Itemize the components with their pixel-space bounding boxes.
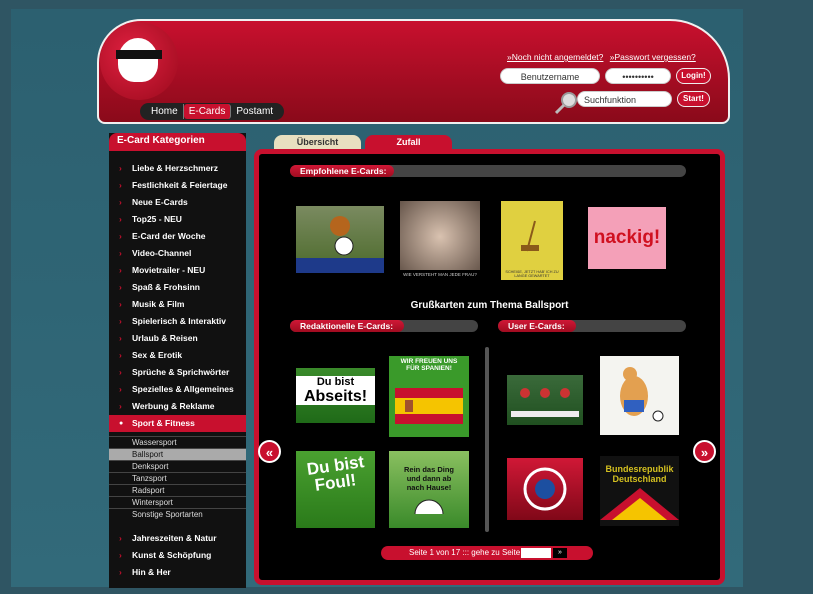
login-button[interactable]: Login! — [676, 68, 711, 84]
ecard-thumb-editorial-3[interactable]: Du bist Foul! — [296, 451, 375, 528]
thumb-text-1: Du bist — [296, 376, 375, 388]
germany-stripes-image — [600, 488, 679, 520]
sidebar-sub-wassersport[interactable]: Wassersport — [109, 436, 246, 448]
sidebar-item-sprueche[interactable]: Sprüche & Sprichwörter — [109, 364, 246, 381]
nav-ecards[interactable]: E-Cards — [183, 104, 232, 119]
spain-flag-image — [395, 388, 463, 424]
ecard-thumb-recommended-3[interactable]: SCHEIßE, JETZT HAB' ICH ZU LANGE GEWARTE… — [501, 201, 563, 280]
giraffe-image — [521, 220, 539, 252]
thumb-title: nackig! — [593, 227, 661, 248]
sidebar-sub-denksport[interactable]: Denksport — [109, 460, 246, 472]
not-registered-link[interactable]: »Noch nicht angemeldet? — [507, 52, 603, 62]
sidebar-sub-tanzsport[interactable]: Tanzsport — [109, 472, 246, 484]
ecard-thumb-user-3[interactable] — [507, 458, 583, 520]
sidebar-sub-wintersport[interactable]: Wintersport — [109, 496, 246, 508]
ecard-thumb-recommended-1[interactable] — [296, 206, 384, 273]
sidebar-sub-sonstige[interactable]: Sonstige Sportarten — [109, 508, 246, 520]
sidebar-item-sex[interactable]: Sex & Erotik — [109, 347, 246, 364]
ecard-thumb-recommended-2[interactable]: WIE VERSTEHT MAN JEDE FRAU? — [400, 201, 480, 280]
page-go-button[interactable]: » — [553, 548, 567, 558]
figures-image — [511, 388, 579, 417]
password-input[interactable]: •••••••••• — [605, 68, 671, 84]
next-arrow-button[interactable]: » — [693, 440, 716, 463]
category-sidebar: E-Card Kategorien Liebe & Herzschmerz Fe… — [109, 133, 246, 588]
sidebar-item-spezielles[interactable]: Spezielles & Allgemeines — [109, 381, 246, 398]
fc-bayern-logo-image — [523, 467, 567, 511]
sidebar-item-urlaub[interactable]: Urlaub & Reisen — [109, 330, 246, 347]
column-divider — [485, 347, 489, 532]
sidebar-item-musik[interactable]: Musik & Film — [109, 296, 246, 313]
thumb-text-1: Bundesrepublik — [605, 464, 674, 474]
thumb-caption: SCHEIßE, JETZT HAB' ICH ZU LANGE GEWARTE… — [505, 270, 559, 278]
section-heading: Grußkarten zum Thema Ballsport — [410, 300, 569, 311]
sidebar-item-ecard-der-woche[interactable]: E-Card der Woche — [109, 228, 246, 245]
thumb-text-2: FÜR SPANIEN! — [406, 365, 452, 372]
sidebar-sub-ballsport[interactable]: Ballsport — [109, 448, 246, 460]
previous-arrow-button[interactable]: « — [258, 440, 281, 463]
sidebar-item-liebe[interactable]: Liebe & Herzschmerz — [109, 160, 246, 177]
tab-uebersicht[interactable]: Übersicht — [274, 135, 361, 149]
search-input[interactable]: Suchfunktion — [577, 91, 672, 107]
thumb-text-2: und dann ab — [406, 474, 452, 483]
search-start-button[interactable]: Start! — [677, 91, 710, 107]
editorial-section-title: Redaktionelle E-Cards: — [290, 320, 404, 332]
account-links: »Noch nicht angemeldet? »Passwort verges… — [507, 52, 700, 62]
ecard-thumb-user-4[interactable]: Bundesrepublik Deutschland — [600, 456, 679, 526]
search-magnifier-icon — [555, 92, 577, 115]
puppet-ball-image — [296, 216, 384, 273]
ecard-thumb-editorial-1[interactable]: Du bist Abseits! — [296, 368, 375, 423]
main-nav: Home E-Cards Postamt — [140, 103, 285, 120]
sidebar-item-sport[interactable]: Sport & Fitness — [109, 415, 246, 432]
sidebar-item-neue[interactable]: Neue E-Cards — [109, 194, 246, 211]
pagination-bar: Seite 1 von 17 ::: gehe zu Seite » — [381, 546, 593, 560]
nav-postamt[interactable]: Postamt — [231, 104, 278, 119]
sidebar-item-movietrailer[interactable]: Movietrailer - NEU — [109, 262, 246, 279]
sidebar-item-video-channel[interactable]: Video-Channel — [109, 245, 246, 262]
ecard-thumb-user-1[interactable] — [507, 375, 583, 425]
sidebar-title: E-Card Kategorien — [109, 133, 246, 151]
forgot-password-link[interactable]: »Passwort vergessen? — [610, 52, 696, 62]
sidebar-item-hin-her[interactable]: Hin & Her — [109, 564, 246, 581]
ecard-thumb-editorial-4[interactable]: Rein das Ding und dann ab nach Hause! — [389, 451, 469, 528]
logo-face-icon — [118, 38, 158, 82]
pagination-text: Seite 1 von 17 ::: gehe zu Seite — [409, 548, 521, 557]
sidebar-item-werbung[interactable]: Werbung & Reklame — [109, 398, 246, 415]
username-input[interactable]: Benutzername — [500, 68, 600, 84]
ecard-thumb-editorial-2[interactable]: WIR FREUEN UNS FÜR SPANIEN! — [389, 356, 469, 437]
thumb-text-3: nach Hause! — [406, 483, 452, 492]
thumb-text-2: Deutschland — [612, 474, 667, 484]
ecard-thumb-user-2[interactable] — [600, 356, 679, 435]
sidebar-item-jahreszeiten[interactable]: Jahreszeiten & Natur — [109, 530, 246, 547]
logo-blindfold-icon — [116, 50, 162, 59]
recommended-section-title: Empfohlene E-Cards: — [290, 165, 394, 177]
ecard-thumb-recommended-4[interactable]: nackig! — [588, 207, 666, 269]
sidebar-item-top25[interactable]: Top25 - NEU — [109, 211, 246, 228]
tab-zufall[interactable]: Zufall — [365, 135, 452, 149]
thumb-text-1: WIR FREUEN UNS — [400, 358, 458, 365]
page-number-input[interactable] — [521, 548, 551, 558]
football-image — [414, 499, 444, 528]
thumb-text-1: Rein das Ding — [403, 465, 454, 474]
nav-home[interactable]: Home — [146, 104, 184, 119]
sidebar-item-kunst[interactable]: Kunst & Schöpfung — [109, 547, 246, 564]
sidebar-item-spass[interactable]: Spaß & Frohsinn — [109, 279, 246, 296]
user-section-title: User E-Cards: — [498, 320, 576, 332]
kangaroo-image — [620, 367, 664, 422]
sidebar-item-festlichkeit[interactable]: Festlichkeit & Feiertage — [109, 177, 246, 194]
sidebar-item-spielerisch[interactable]: Spielerisch & Interaktiv — [109, 313, 246, 330]
sidebar-sub-radsport[interactable]: Radsport — [109, 484, 246, 496]
thumb-text-2: Abseits! — [296, 388, 375, 405]
thumb-caption: WIE VERSTEHT MAN JEDE FRAU? — [400, 270, 480, 280]
